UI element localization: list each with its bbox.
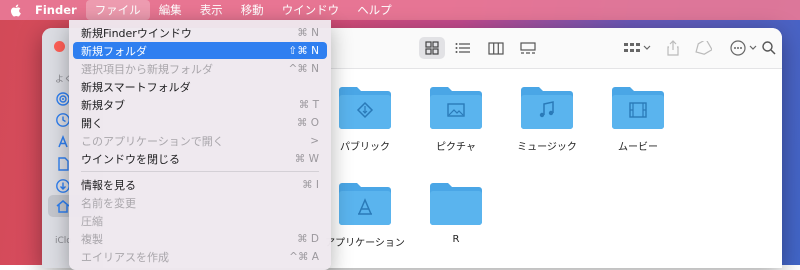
menu-item-label: ウインドウを閉じる	[81, 152, 180, 166]
menu-item-new-folder[interactable]: 新規フォルダ ⇧⌘ N	[73, 42, 327, 59]
close-window-button[interactable]	[54, 41, 65, 52]
menu-item-label: 新規タブ	[81, 98, 125, 112]
menu-item-label: 新規スマートフォルダ	[81, 80, 191, 94]
submenu-chevron-icon: >	[310, 134, 319, 147]
view-icons-button[interactable]	[419, 37, 445, 59]
menu-item-shortcut: ⌘ O	[296, 116, 319, 129]
menu-item-make-alias[interactable]: エイリアスを作成 ^⌘ A	[73, 248, 327, 265]
menu-finder[interactable]: Finder	[26, 0, 86, 20]
gallery-view-icon	[520, 41, 536, 54]
folder-label: パブリック	[340, 142, 390, 153]
list-view-icon	[455, 43, 470, 53]
folder-music[interactable]: ミュージック	[502, 84, 592, 153]
apple-icon[interactable]	[0, 0, 26, 20]
menu-item-new-smart-folder[interactable]: 新規スマートフォルダ	[73, 78, 327, 95]
menu-item-label: 選択項目から新規フォルダ	[81, 62, 213, 76]
menu-item-label: このアプリケーションで開く	[81, 134, 224, 148]
applications-folder-icon	[339, 183, 391, 225]
menu-item-open[interactable]: 開く ⌘ O	[73, 114, 327, 131]
menu-item-shortcut: ^⌘ A	[289, 250, 319, 263]
menu-file[interactable]: ファイル	[85, 0, 150, 20]
menu-item-shortcut: ⇧⌘ N	[288, 44, 320, 57]
share-icon	[667, 40, 679, 56]
menu-item-shortcut: ⌘ T	[298, 98, 319, 111]
menu-go[interactable]: 移動	[232, 0, 273, 20]
menu-window[interactable]: ウインドウ	[273, 0, 349, 20]
more-icon	[730, 40, 757, 56]
menu-item-open-with[interactable]: このアプリケーションで開く >	[73, 132, 327, 149]
search-button[interactable]	[757, 37, 781, 59]
folder-label: ミュージック	[517, 142, 577, 153]
tags-button[interactable]	[692, 37, 714, 59]
menu-bar: Finder ファイル 編集 表示 移動 ウインドウ ヘルプ	[0, 0, 800, 20]
menu-item-label: 新規フォルダ	[81, 44, 147, 58]
menu-item-label: 新規Finderウインドウ	[81, 26, 192, 40]
menu-item-shortcut: ⌘ D	[297, 232, 319, 245]
folder-pictures[interactable]: ピクチャ	[411, 84, 501, 153]
pictures-folder-icon	[430, 87, 482, 129]
music-folder-icon	[521, 87, 573, 129]
folder-icon	[430, 183, 482, 225]
menu-item-shortcut: ⌘ N	[297, 26, 319, 39]
menu-item-label: 開く	[81, 116, 103, 130]
menu-item-shortcut: ⌘ I	[302, 178, 319, 191]
folder-label: ムービー	[618, 142, 658, 153]
movies-folder-icon	[612, 87, 664, 129]
public-folder-icon	[339, 87, 391, 129]
menu-item-duplicate[interactable]: 複製 ⌘ D	[73, 230, 327, 247]
menu-item-rename[interactable]: 名前を変更	[73, 194, 327, 211]
file-menu-dropdown: 新規Finderウインドウ ⌘ N 新規フォルダ ⇧⌘ N 選択項目から新規フォ…	[69, 20, 331, 270]
menu-help[interactable]: ヘルプ	[348, 0, 401, 20]
grid-view-icon	[425, 41, 439, 55]
menu-item-label: エイリアスを作成	[81, 250, 169, 264]
folder-movies[interactable]: ムービー	[593, 84, 683, 153]
menu-item-shortcut: ⌘ W	[294, 152, 319, 165]
folder-applications[interactable]: アプリケーション	[320, 180, 410, 249]
group-icon	[624, 43, 651, 52]
menu-item-label: 複製	[81, 232, 103, 246]
folder-label: R	[452, 234, 460, 245]
columns-view-icon	[488, 41, 504, 55]
menu-edit[interactable]: 編集	[150, 0, 191, 20]
folder-label: アプリケーション	[325, 238, 405, 249]
menu-item-new-finder-window[interactable]: 新規Finderウインドウ ⌘ N	[73, 24, 327, 41]
menu-item-close-window[interactable]: ウインドウを閉じる ⌘ W	[73, 150, 327, 167]
menu-item-shortcut: ^⌘ N	[288, 62, 320, 75]
menu-separator	[81, 171, 319, 172]
search-icon	[762, 41, 776, 55]
share-button[interactable]	[663, 37, 683, 59]
menu-item-new-folder-with-selection[interactable]: 選択項目から新規フォルダ ^⌘ N	[73, 60, 327, 77]
menu-item-get-info[interactable]: 情報を見る ⌘ I	[73, 176, 327, 193]
folder-r[interactable]: R	[411, 180, 501, 245]
action-button[interactable]	[727, 37, 761, 59]
menu-view[interactable]: 表示	[191, 0, 232, 20]
view-gallery-button[interactable]	[515, 37, 541, 59]
view-columns-button[interactable]	[483, 37, 509, 59]
menu-item-label: 圧縮	[81, 214, 103, 228]
menu-item-label: 名前を変更	[81, 196, 136, 210]
tag-icon	[695, 41, 712, 55]
folder-label: ピクチャ	[436, 142, 476, 153]
menu-item-label: 情報を見る	[81, 178, 136, 192]
view-list-button[interactable]	[449, 37, 475, 59]
folder-public[interactable]: パブリック	[320, 84, 410, 153]
menu-item-new-tab[interactable]: 新規タブ ⌘ T	[73, 96, 327, 113]
group-by-button[interactable]	[620, 37, 654, 59]
menu-item-compress[interactable]: 圧縮	[73, 212, 327, 229]
